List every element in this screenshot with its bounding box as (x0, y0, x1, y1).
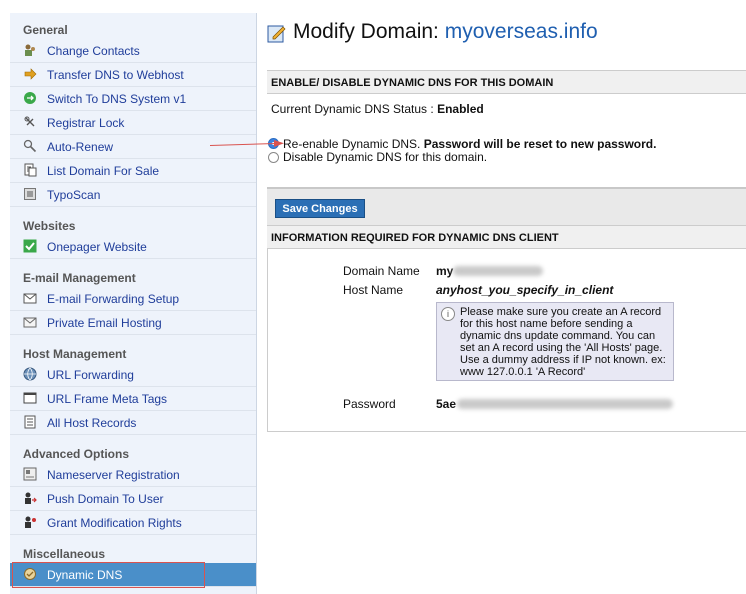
status-label: Current Dynamic DNS Status : (271, 102, 434, 116)
sidebar-item-list-domain-for-sale[interactable]: List Domain For Sale (10, 159, 256, 183)
scan-icon (24, 188, 36, 200)
sidebar-item-switch-dns-system[interactable]: Switch To DNS System v1 (10, 87, 256, 111)
sidebar-item-label: Auto-Renew (47, 140, 114, 154)
status-row: Current Dynamic DNS Status : Enabled (271, 102, 484, 116)
section-title-advanced-options: Advanced Options (23, 447, 130, 461)
password-value: 5ae (436, 397, 457, 411)
sidebar-item-label: List Domain For Sale (47, 164, 160, 178)
push-icon (25, 492, 37, 504)
sidebar-item-label: Transfer DNS to Webhost (47, 68, 184, 82)
sidebar-item-label: Private Email Hosting (47, 316, 162, 330)
nameserver-icon (23, 467, 37, 481)
sidebar-item-label: E-mail Forwarding Setup (47, 292, 180, 306)
redacted-password-blur (457, 399, 673, 409)
redacted-domain-blur (453, 266, 543, 276)
sidebar-item-label: TypoScan (47, 188, 101, 202)
renew-icon (23, 139, 37, 153)
contacts-icon (25, 44, 35, 56)
sidebar-item-label: All Host Records (47, 416, 137, 430)
info-note-box: i Please make sure you create an A recor… (436, 302, 674, 381)
info-section-header: INFORMATION REQUIRED FOR DYNAMIC DNS CLI… (267, 225, 746, 249)
sidebar-item-push-domain[interactable]: Push Domain To User (10, 487, 256, 511)
sidebar-item-nameserver-registration[interactable]: Nameserver Registration (10, 463, 256, 487)
grant-icon (25, 516, 36, 528)
sidebar-item-label: Registrar Lock (47, 116, 125, 130)
sidebar-item-label: Nameserver Registration (47, 468, 180, 482)
domain-name-value: my (436, 264, 454, 278)
annotation-highlight-box (12, 562, 205, 588)
sidebar-item-transfer-dns[interactable]: Transfer DNS to Webhost (10, 63, 256, 87)
host-name-value: anyhost_you_specify_in_client (436, 283, 614, 297)
domain-name-label: Domain Name (343, 264, 420, 278)
edit-page-icon (267, 25, 286, 43)
sidebar-item-label: URL Forwarding (47, 368, 134, 382)
sidebar-item-label: Push Domain To User (47, 492, 164, 506)
frame-icon (23, 392, 37, 404)
sidebar-item-label: Change Contacts (47, 44, 140, 58)
sidebar: General Change Contacts Transfer DNS to … (10, 13, 257, 594)
sidebar-item-change-contacts[interactable]: Change Contacts (10, 39, 256, 63)
host-records-icon (24, 415, 36, 429)
page-title-prefix: Modify Domain: (293, 20, 439, 43)
sidebar-item-all-host-records[interactable]: All Host Records (10, 411, 256, 435)
sidebar-item-grant-modification-rights[interactable]: Grant Modification Rights (10, 511, 256, 535)
sidebar-item-email-forwarding[interactable]: E-mail Forwarding Setup (10, 287, 256, 311)
sidebar-item-label: Onepager Website (47, 240, 147, 254)
button-bar: Save Changes (267, 187, 746, 229)
sidebar-item-url-forwarding[interactable]: URL Forwarding (10, 363, 256, 387)
page-title: Modify Domain: myoverseas.info (293, 20, 598, 44)
section-title-host-management: Host Management (23, 347, 127, 361)
section-title-email-management: E-mail Management (23, 271, 136, 285)
arrow-right-icon (24, 68, 37, 80)
save-changes-button[interactable]: Save Changes (275, 199, 365, 218)
disable-radio[interactable] (268, 152, 279, 163)
annotation-arrow-icon (210, 140, 284, 147)
sidebar-item-private-email-hosting[interactable]: Private Email Hosting (10, 311, 256, 335)
enable-section-header: ENABLE/ DISABLE DYNAMIC DNS FOR THIS DOM… (267, 70, 746, 94)
reenable-label: Re-enable Dynamic DNS. (283, 137, 421, 151)
sidebar-item-label: URL Frame Meta Tags (47, 392, 168, 406)
disable-option-label[interactable]: Disable Dynamic DNS for this domain. (283, 150, 487, 164)
main-content: Modify Domain: myoverseas.info ENABLE/ D… (257, 13, 746, 594)
info-note-text: Please make sure you create an A record … (460, 306, 666, 378)
sidebar-item-onepager-website[interactable]: Onepager Website (10, 235, 256, 259)
sidebar-item-url-frame-meta-tags[interactable]: URL Frame Meta Tags (10, 387, 256, 411)
section-title-websites: Websites (23, 219, 76, 233)
reenable-note: Password will be reset to new password. (423, 137, 657, 151)
globe-icon (23, 367, 37, 381)
info-icon: i (441, 307, 455, 321)
checkmark-icon (23, 239, 37, 253)
sidebar-item-label: Switch To DNS System v1 (47, 92, 187, 106)
envelope-icon (23, 317, 37, 328)
status-value: Enabled (437, 102, 484, 116)
password-label: Password (343, 397, 396, 411)
section-title-miscellaneous: Miscellaneous (23, 547, 106, 561)
host-name-label: Host Name (343, 283, 404, 297)
switch-icon (24, 92, 36, 104)
email-forward-icon (23, 293, 37, 304)
section-title-general: General (23, 23, 68, 37)
lock-icon (24, 116, 35, 127)
sidebar-item-registrar-lock[interactable]: Registrar Lock (10, 111, 256, 135)
sidebar-item-typoscan[interactable]: TypoScan (10, 183, 256, 207)
list-icon (24, 163, 37, 177)
reenable-option[interactable]: Re-enable Dynamic DNS. Password will be … (283, 137, 656, 151)
page-title-domain: myoverseas.info (444, 20, 598, 43)
sidebar-item-label: Grant Modification Rights (47, 516, 182, 530)
